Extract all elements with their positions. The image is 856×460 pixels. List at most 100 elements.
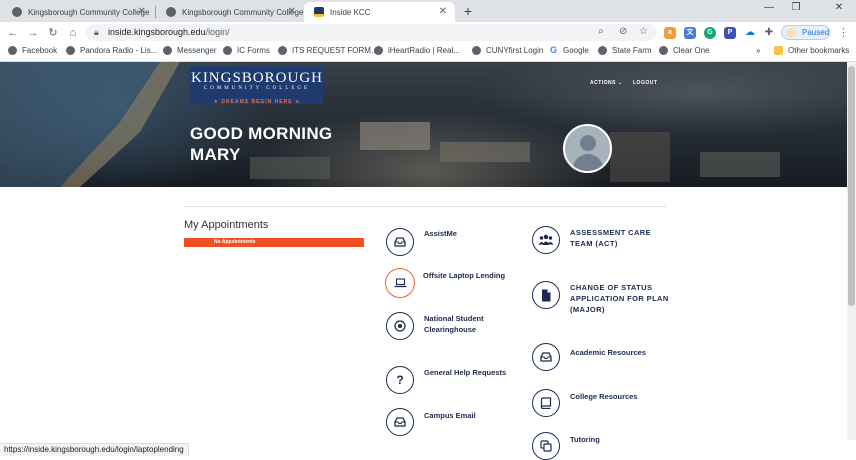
hero-overlay xyxy=(0,62,847,187)
book-icon xyxy=(532,389,560,417)
logo-wordmark: KINGSBOROUGH xyxy=(190,70,323,86)
other-bookmarks-folder[interactable]: Other bookmarks xyxy=(774,46,849,55)
grammarly-extension-icon[interactable]: G xyxy=(704,27,716,39)
bookmarks-bar: Facebook Pandora Radio - Lis... Messenge… xyxy=(0,43,856,62)
star-icon[interactable]: ☆ xyxy=(639,26,648,37)
tile-label: College Resources xyxy=(570,392,638,401)
eye-off-icon[interactable]: ⊘ xyxy=(619,26,627,37)
reload-icon[interactable]: ↻ xyxy=(45,25,61,41)
avatar-body xyxy=(573,154,603,171)
globe-icon xyxy=(598,46,607,55)
home-icon[interactable]: ⌂ xyxy=(65,25,81,41)
user-avatar-icon[interactable] xyxy=(563,124,612,173)
more-menu-icon[interactable]: ⋮ xyxy=(838,26,849,39)
bookmark-iheartradio[interactable]: iHeartRadio | Real... xyxy=(374,46,460,55)
tile-label: Academic Resources xyxy=(570,348,646,357)
bookmark-label: Messenger xyxy=(177,46,217,55)
actions-menu[interactable]: ACTIONS ⌄ xyxy=(590,80,623,86)
lock-icon: 🔒︎ xyxy=(94,27,99,37)
bookmark-label: Facebook xyxy=(22,46,58,55)
tile-label: ASSESSMENT CARE TEAM (ACT) xyxy=(570,228,652,248)
bookmark-its-request[interactable]: ITS REQUEST FORM... xyxy=(278,46,378,55)
profile-avatar xyxy=(786,28,796,38)
folder-icon xyxy=(774,46,783,55)
document-icon xyxy=(532,281,560,309)
back-icon[interactable]: ← xyxy=(5,25,21,41)
bookmark-cunyfirst[interactable]: CUNYfirst Login xyxy=(472,46,543,55)
globe-icon xyxy=(8,46,17,55)
bookmark-facebook[interactable]: Facebook xyxy=(8,46,57,55)
profile-paused-button[interactable]: Paused xyxy=(781,25,830,40)
globe-icon xyxy=(659,46,668,55)
bookmark-label: IC Forms xyxy=(237,46,270,55)
address-bar[interactable]: 🔒︎ inside.kingsborough.edu/login/ ⌕ ⊘ ☆ xyxy=(86,24,657,41)
laptop-icon xyxy=(385,268,415,298)
browser-tab[interactable]: Kingsborough Community College ✕ xyxy=(156,2,304,22)
logo-tagline: ★ DREAMS BEGIN HERE ★ xyxy=(213,99,301,105)
avatar-head xyxy=(580,135,596,151)
bookmark-label: Clear One xyxy=(673,46,710,55)
kcc-favicon-icon xyxy=(166,7,176,17)
bookmark-label: Pandora Radio - Lis... xyxy=(80,46,158,55)
tab-title: Kingsborough Community College xyxy=(182,7,304,17)
bookmark-messenger[interactable]: Messenger xyxy=(163,46,217,55)
bookmark-label: CUNYfirst Login xyxy=(486,46,544,55)
globe-icon xyxy=(278,46,287,55)
people-icon xyxy=(532,226,560,254)
close-tab-icon[interactable]: ✕ xyxy=(288,6,296,17)
minimize-icon[interactable]: — xyxy=(759,2,779,13)
question-icon: ? xyxy=(386,366,414,394)
greeting-line: GOOD MORNING xyxy=(190,124,333,143)
globe-icon xyxy=(472,46,481,55)
target-icon xyxy=(386,312,414,340)
scrollbar-thumb[interactable] xyxy=(848,66,855,306)
tab-title: Kingsborough Community College xyxy=(28,7,150,17)
inside-kcc-favicon-icon xyxy=(314,7,324,17)
url-path: /login/ xyxy=(205,27,230,37)
tab-strip: Kingsborough Community College ✕ Kingsbo… xyxy=(0,0,856,22)
bookmark-label: Other bookmarks xyxy=(788,46,850,55)
forward-icon[interactable]: → xyxy=(25,25,41,41)
inbox-icon xyxy=(386,408,414,436)
logout-link[interactable]: LOGOUT xyxy=(633,80,657,86)
inbox-icon xyxy=(532,343,560,371)
translate-extension-icon[interactable]: 文 xyxy=(684,27,696,39)
profile-status-label: Paused xyxy=(802,28,830,37)
tab-title: Inside KCC xyxy=(330,7,371,17)
amazon-extension-icon[interactable]: a xyxy=(664,27,676,39)
url-text: inside.kingsborough.edu/login/ xyxy=(108,27,230,37)
hero-banner: KINGSBOROUGH COMMUNITY COLLEGE ★ DREAMS … xyxy=(0,62,847,187)
bookmark-ic-forms[interactable]: IC Forms xyxy=(223,46,270,55)
bookmark-pandora[interactable]: Pandora Radio - Lis... xyxy=(66,46,157,55)
section-divider xyxy=(184,206,666,207)
restore-icon[interactable]: ❐ xyxy=(786,2,806,13)
globe-icon xyxy=(374,46,383,55)
close-tab-icon[interactable]: ✕ xyxy=(439,6,447,17)
search-icon[interactable]: ⌕ xyxy=(598,26,604,37)
bookmark-label: Google xyxy=(563,46,589,55)
globe-icon xyxy=(163,46,172,55)
user-name: MARY xyxy=(190,145,241,164)
bookmark-state-farm[interactable]: State Farm xyxy=(598,46,652,55)
kingsborough-logo[interactable]: KINGSBOROUGH COMMUNITY COLLEGE ★ DREAMS … xyxy=(189,66,323,105)
bookmark-label: ITS REQUEST FORM... xyxy=(292,46,378,55)
inbox-icon xyxy=(386,228,414,256)
browser-tab[interactable]: Kingsborough Community College ✕ xyxy=(2,2,154,22)
close-window-icon[interactable]: ✕ xyxy=(829,2,849,13)
tile-label: National Student Clearinghouse xyxy=(424,314,484,334)
close-tab-icon[interactable]: ✕ xyxy=(138,6,146,17)
pdf-extension-icon[interactable]: P xyxy=(724,27,736,39)
new-tab-button[interactable]: + xyxy=(459,3,477,21)
tile-label: AssistMe xyxy=(424,229,457,238)
status-bar-url: https://inside.kingsborough.edu/login/la… xyxy=(0,443,189,456)
globe-icon xyxy=(66,46,75,55)
tile-label: Campus Email xyxy=(424,411,476,420)
bookmark-google[interactable]: G Google xyxy=(549,46,589,55)
greeting: GOOD MORNING MARY xyxy=(190,123,332,165)
appointments-status-bar: No Appointments xyxy=(184,238,364,247)
bookmarks-overflow-button[interactable]: » xyxy=(756,46,760,55)
cloud-extension-icon[interactable]: ☁ xyxy=(744,27,756,39)
browser-tab-active[interactable]: Inside KCC ✕ xyxy=(304,2,455,22)
extensions-puzzle-icon[interactable]: ✚ xyxy=(763,27,775,39)
bookmark-clear-one[interactable]: Clear One xyxy=(659,46,709,55)
